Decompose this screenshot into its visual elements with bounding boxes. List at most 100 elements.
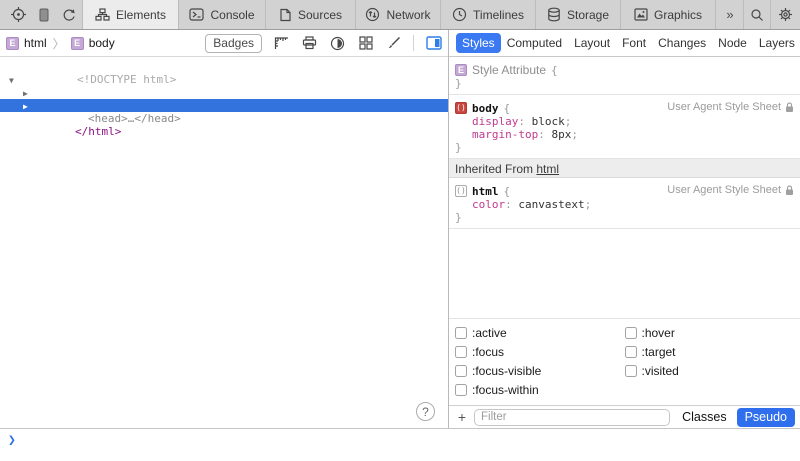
pseudo-active-checkbox[interactable] — [455, 327, 467, 339]
pseudo-hover[interactable]: :hover — [625, 323, 795, 342]
dom-node-doctype[interactable]: <!DOCTYPE html> — [0, 60, 448, 73]
tab-elements[interactable]: Elements — [82, 0, 178, 29]
css-property[interactable]: margin-top: 8px; — [455, 128, 794, 141]
tab-timelines[interactable]: Timelines — [440, 0, 535, 29]
css-property[interactable]: display: block; — [455, 115, 794, 128]
pseudo-visited-checkbox[interactable] — [625, 365, 637, 377]
pseudo-focus-checkbox[interactable] — [455, 346, 467, 358]
dom-node-html-open[interactable]: ▼ <html lang="en"> — [0, 73, 448, 86]
breadcrumb-item-body[interactable]: body — [89, 36, 115, 50]
tab-storage[interactable]: Storage — [535, 0, 620, 29]
dom-node-head[interactable]: ▶ <head>…</head> — [0, 86, 448, 99]
pseudo-toggle-button[interactable]: Pseudo — [737, 408, 795, 427]
open-brace: { — [551, 64, 558, 77]
css-property[interactable]: color: canvastext; — [455, 198, 794, 211]
chevron-double-icon: » — [726, 7, 732, 22]
pseudo-target[interactable]: :target — [625, 342, 795, 361]
storage-icon — [547, 7, 561, 22]
console-icon — [189, 8, 204, 21]
console-prompt-icon[interactable]: ❯ — [8, 433, 16, 448]
html-close-tag-text: </html> — [53, 125, 121, 138]
tab-label: Storage — [567, 8, 609, 22]
origin-label: User Agent Style Sheet — [667, 101, 781, 113]
tab-sources[interactable]: Sources — [265, 0, 355, 29]
rule-origin: User Agent Style Sheet — [667, 184, 794, 196]
tab-label: Network — [386, 8, 430, 22]
rulers-icon[interactable] — [273, 35, 290, 52]
details-sidebar-tabs: Styles Computed Layout Font Changes Node… — [449, 30, 800, 57]
inherited-from-header: Inherited From html — [449, 159, 800, 178]
graphics-icon — [634, 8, 648, 21]
device-mode-icon[interactable] — [37, 6, 51, 24]
classes-toggle-button[interactable]: Classes — [682, 410, 726, 424]
main-toolbar: Elements Console Sources Network Timelin… — [0, 0, 800, 30]
search-button[interactable] — [743, 0, 770, 29]
breadcrumb: E html 〉 E body — [6, 35, 115, 52]
rule-origin: User Agent Style Sheet — [667, 101, 794, 113]
tab-graphics[interactable]: Graphics — [620, 0, 715, 29]
tab-node[interactable]: Node — [712, 33, 753, 53]
tab-layers[interactable]: Layers — [753, 33, 800, 53]
rule-selector[interactable]: body — [472, 102, 499, 115]
tab-computed[interactable]: Computed — [501, 33, 568, 53]
badges-button[interactable]: Badges — [205, 34, 262, 53]
inspect-element-icon[interactable] — [10, 6, 27, 24]
paint-flashing-icon[interactable] — [385, 35, 402, 52]
appearance-contrast-icon[interactable] — [329, 35, 346, 52]
pseudo-focus-visible-checkbox[interactable] — [455, 365, 467, 377]
tab-styles[interactable]: Styles — [456, 33, 501, 53]
pseudo-focus-within-checkbox[interactable] — [455, 384, 467, 396]
tab-changes[interactable]: Changes — [652, 33, 712, 53]
breadcrumb-item-html[interactable]: html — [24, 36, 47, 50]
pseudo-active[interactable]: :active — [455, 323, 625, 342]
more-tabs-button[interactable]: » — [715, 0, 743, 29]
style-attribute-title[interactable]: Style Attribute — [472, 63, 546, 77]
search-icon — [750, 8, 764, 22]
rule-selector[interactable]: html — [472, 185, 499, 198]
toggle-details-sidebar-icon[interactable] — [425, 35, 442, 52]
tab-font[interactable]: Font — [616, 33, 652, 53]
tab-label: Console — [210, 8, 254, 22]
reload-icon[interactable] — [61, 6, 77, 24]
close-brace: } — [455, 77, 794, 90]
pseudo-focus[interactable]: :focus — [455, 342, 625, 361]
pseudo-focus-visible[interactable]: :focus-visible — [455, 361, 625, 380]
network-icon — [365, 7, 380, 22]
settings-button[interactable] — [770, 0, 800, 29]
tab-network[interactable]: Network — [355, 0, 440, 29]
grid-overlay-icon[interactable] — [357, 35, 374, 52]
new-rule-button[interactable]: + — [454, 409, 470, 425]
style-attribute-section: E Style Attribute { } — [449, 57, 800, 95]
pseudo-target-checkbox[interactable] — [625, 346, 637, 358]
pseudo-hover-checkbox[interactable] — [625, 327, 637, 339]
css-rule-icon: () — [455, 185, 467, 197]
quick-console[interactable]: ❯ — [0, 428, 800, 461]
styles-sidebar: E Style Attribute { } User Agent Style S… — [449, 57, 800, 428]
inherited-link-html[interactable]: html — [536, 162, 559, 176]
tab-label: Timelines — [473, 8, 524, 22]
element-badge-icon: E — [71, 37, 84, 50]
origin-label: User Agent Style Sheet — [667, 184, 781, 196]
lock-icon — [785, 102, 794, 113]
inherited-prefix: Inherited From — [455, 162, 536, 176]
sources-icon — [279, 8, 292, 22]
tab-console[interactable]: Console — [178, 0, 265, 29]
web-inspector-window: Elements Console Sources Network Timelin… — [0, 0, 800, 461]
timelines-icon — [452, 7, 467, 22]
help-button[interactable]: ? — [416, 402, 435, 421]
main-content: <!DOCTYPE html> ▼ <html lang="en"> ▶ <he… — [0, 57, 800, 428]
tab-layout[interactable]: Layout — [568, 33, 616, 53]
breadcrumb-separator-icon: 〉 — [52, 35, 66, 52]
toolbar-buttons — [0, 0, 82, 29]
dom-node-html-close[interactable]: </html> — [0, 112, 448, 125]
pseudo-visited[interactable]: :visited — [625, 361, 795, 380]
dom-node-body-selected[interactable]: ▶ <body>…</body> = $0 — [0, 99, 448, 112]
open-brace: { — [504, 102, 511, 115]
tab-label: Sources — [298, 8, 342, 22]
styles-filter-input[interactable] — [474, 409, 670, 426]
pseudo-focus-within[interactable]: :focus-within — [455, 380, 625, 399]
console-reference: = $0 — [181, 125, 214, 138]
print-styles-icon[interactable] — [301, 35, 318, 52]
element-style-icon: E — [455, 64, 467, 76]
open-brace: { — [504, 185, 511, 198]
